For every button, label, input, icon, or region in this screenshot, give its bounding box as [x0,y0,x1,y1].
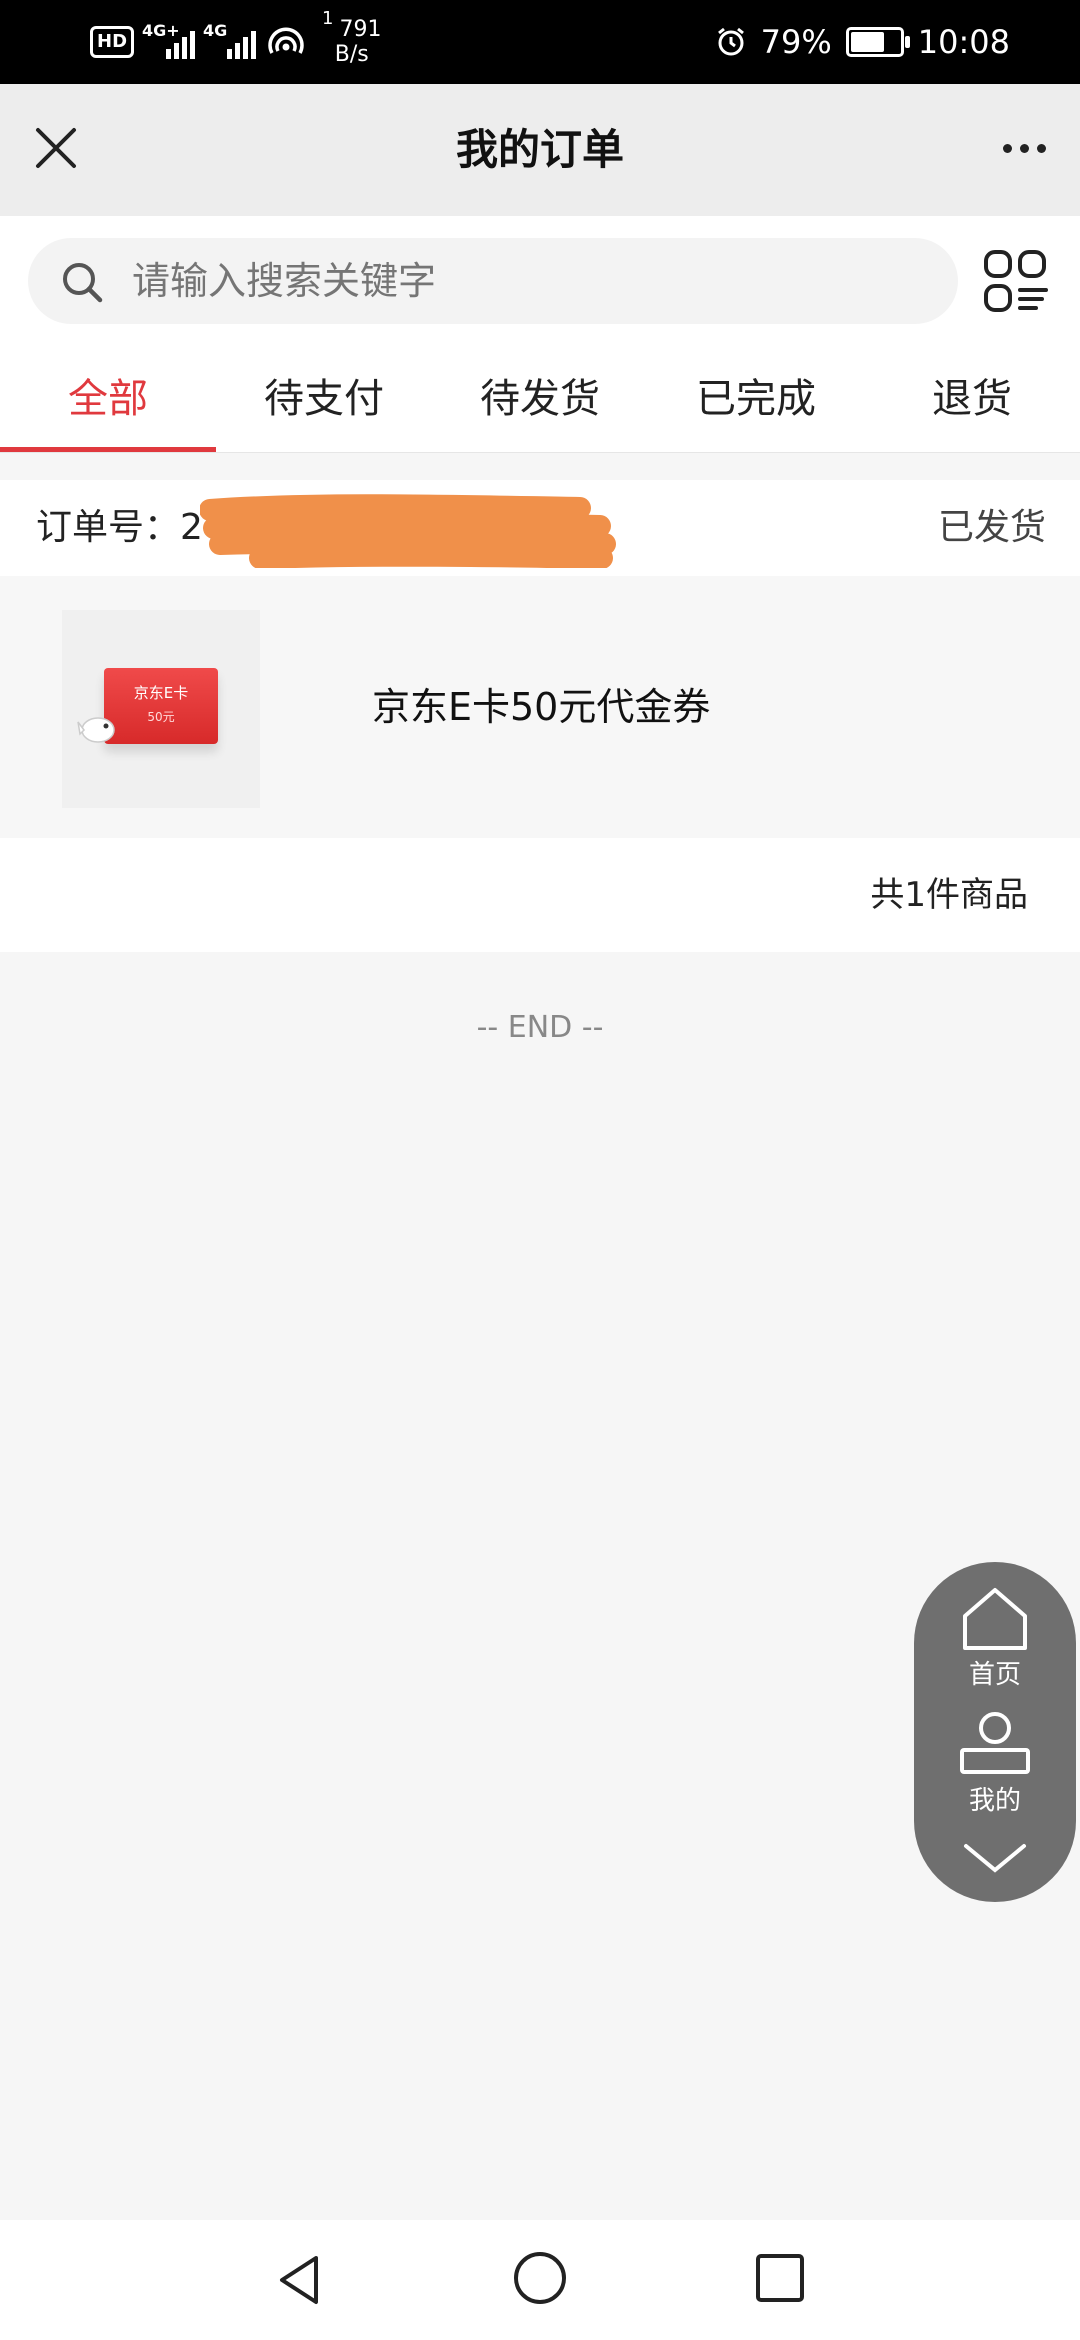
tab-completed[interactable]: 已完成 [648,346,864,452]
search-input[interactable] [130,238,914,326]
tab-pending-payment[interactable]: 待支付 [216,346,432,452]
system-nav-bar [0,2220,1080,2340]
signal-icon-1: 4G+ [142,21,196,59]
search-bar [0,216,1080,346]
signal1-label: 4G+ [142,21,180,40]
hotspot-icon [268,27,304,54]
product-name: 京东E卡50元代金券 [372,685,711,729]
more-button[interactable] [992,116,1056,180]
tab-pending-shipment[interactable]: 待发货 [432,346,648,452]
order-tabs: 全部 待支付 待发货 已完成 退货 [0,346,1080,453]
tab-returns[interactable]: 退货 [864,346,1080,452]
home-icon [963,1588,1027,1650]
back-icon[interactable] [270,2250,330,2310]
item-count: 共1件商品 [870,875,1028,915]
header: 我的订单 [0,84,1080,216]
alarm-icon [717,27,744,56]
net-speed-prefix: 1 [322,7,334,29]
layout-toggle-button[interactable] [980,246,1052,318]
chevron-down-icon[interactable] [960,1838,1030,1878]
net-speed-value: 791 [339,16,382,42]
redaction-scribble [200,494,616,568]
tab-all[interactable]: 全部 [0,346,216,452]
end-of-list: -- END -- [476,1010,604,1045]
more-icon-dot [1019,143,1029,153]
status-left: HD 4G+ 4G 1 791 B/s [90,8,382,68]
mascot-icon [77,717,115,743]
signal2-label: 4G [203,21,228,40]
order-footer: 共1件商品 [0,838,1080,952]
battery-percent: 79% [760,23,832,61]
user-icon [960,1712,1030,1774]
card-title: 京东E卡 [133,684,189,702]
floating-nav: 首页 我的 [914,1562,1076,1902]
clock: 10:08 [917,23,1010,61]
order-number: 订单号：2 [36,507,203,548]
net-speed: 1 791 B/s [322,8,382,67]
recent-apps-icon[interactable] [752,2250,808,2306]
page-title: 我的订单 [455,125,624,174]
battery-icon [845,27,910,57]
hd-icon: HD [90,26,135,58]
product-thumbnail: 京东E卡 50元 [62,610,260,808]
order-header[interactable]: 订单号：2 已发货 [0,480,1080,576]
order-status: 已发货 [937,507,1046,548]
search-icon [63,263,103,303]
more-icon-dot [1002,143,1012,153]
home-circle-icon[interactable] [510,2248,570,2308]
grid-list-icon [984,250,1048,312]
status-bar: HD 4G+ 4G 1 791 B/s 79% 10:08 [0,0,1080,84]
float-mine-label: 我的 [968,1786,1021,1816]
net-speed-unit: B/s [334,41,369,67]
order-item[interactable]: 京东E卡 50元 京东E卡50元代金券 [0,576,1080,838]
search-box[interactable] [28,238,958,326]
status-right: 79% 10:08 [715,16,1010,68]
signal-icon-2: 4G [203,21,257,59]
float-home-label: 首页 [968,1660,1021,1690]
more-icon-dot [1036,143,1046,153]
